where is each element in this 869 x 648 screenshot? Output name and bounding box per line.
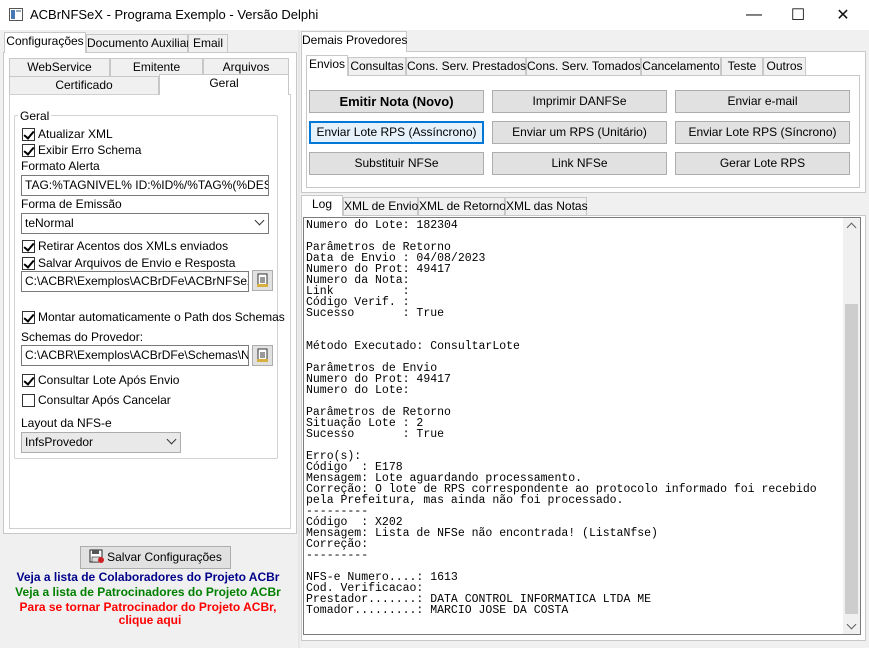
tab-documento-auxiliar[interactable]: Documento Auxiliar [86,34,190,53]
check-icon [22,310,35,324]
tab-email[interactable]: Email [188,34,228,53]
log-scrollbar[interactable] [843,218,860,634]
check-icon [22,127,35,141]
chevron-down-icon [254,215,265,226]
consultar-cancelar-checkbox[interactable]: Consultar Após Cancelar [22,393,171,407]
tornar-patrocinador-link[interactable]: Para se tornar Patrocinador do Projeto A… [0,600,296,614]
tab-cons-serv-tomados[interactable]: Cons. Serv. Tomados [526,57,641,76]
enviar-lote-assincrono-button[interactable]: Enviar Lote RPS (Assíncrono) [309,121,484,144]
formato-alerta-input[interactable]: TAG:%TAGNIVEL% ID:%ID%/%TAG%(%DESCRI [21,175,269,196]
splitter[interactable] [298,30,300,648]
check-icon [22,143,35,157]
forma-emissao-value: teNormal [25,216,74,230]
schemas-path-input[interactable]: C:\ACBR\Exemplos\ACBrDFe\Schemas\NFSe [21,345,249,366]
montar-path-checkbox[interactable]: Montar automaticamente o Path dos Schema… [22,310,285,324]
emitir-nota-button[interactable]: Emitir Nota (Novo) [309,90,484,113]
geral-group-title: Geral [18,109,52,123]
document-icon [257,273,268,287]
atualizar-xml-checkbox[interactable]: Atualizar XML [22,127,113,141]
close-button[interactable]: ✕ [820,0,866,30]
subtab-geral[interactable]: Geral [159,74,289,95]
tab-consultas[interactable]: Consultas [348,57,406,76]
enviar-rps-unitario-button[interactable]: Enviar um RPS (Unitário) [492,121,667,144]
montar-path-label: Montar automaticamente o Path dos Schema… [38,310,285,324]
save-icon [89,549,105,563]
patrocinadores-link[interactable]: Veja a lista de Patrocinadores do Projet… [0,585,296,599]
layout-value: InfsProvedor [25,435,94,449]
salvar-configuracoes-label: Salvar Configurações [107,550,222,564]
subtab-webservice[interactable]: WebService [9,58,110,77]
maximize-button[interactable]: ☐ [775,0,821,30]
unchecked-box [22,393,35,407]
scroll-up-icon[interactable] [846,222,857,233]
check-icon [22,256,35,270]
check-icon [22,373,35,387]
log-text: Numero do Lote: 182304 Parâmetros de Ret… [306,219,817,617]
tab-xml-notas[interactable]: XML das Notas [505,197,588,216]
retirar-acentos-label: Retirar Acentos dos XMLs enviados [38,239,229,253]
title-bar: ACBrNFSeX - Programa Exemplo - Versão De… [0,0,869,30]
browse-schemas-button[interactable] [252,345,273,366]
chevron-down-icon [166,434,177,445]
salvar-arquivos-checkbox[interactable]: Salvar Arquivos de Envio e Resposta [22,256,235,270]
exibir-erro-schema-checkbox[interactable]: Exibir Erro Schema [22,143,141,157]
tab-outros[interactable]: Outros [763,57,806,76]
document-icon [257,348,268,362]
browse-folder-button[interactable] [252,270,273,291]
forma-emissao-select[interactable]: teNormal [21,213,269,234]
consultar-cancelar-label: Consultar Após Cancelar [38,393,171,407]
formato-alerta-label: Formato Alerta [21,159,100,173]
colaboradores-link[interactable]: Veja a lista de Colaboradores do Projeto… [0,570,296,584]
exibir-erro-schema-label: Exibir Erro Schema [38,143,142,157]
tab-envios[interactable]: Envios [306,55,348,76]
schemas-label: Schemas do Provedor: [21,330,144,344]
salvar-arquivos-label: Salvar Arquivos de Envio e Resposta [38,256,236,270]
scroll-down-icon[interactable] [846,619,857,630]
subtab-certificado[interactable]: Certificado [9,76,159,95]
tab-xml-retorno[interactable]: XML de Retorno [418,197,506,216]
tab-cancelamento[interactable]: Cancelamento [641,57,721,76]
app-icon [9,8,23,21]
minimize-button[interactable]: — [731,0,777,30]
layout-select[interactable]: InfsProvedor [21,432,181,453]
path-arquivos-input[interactable]: C:\ACBR\Exemplos\ACBrDFe\ACBrNFSeX\Delp [21,271,249,292]
check-icon [22,239,35,253]
substituir-nfse-button[interactable]: Substituir NFSe [309,152,484,175]
clique-aqui-link[interactable]: clique aqui [0,613,300,627]
log-memo[interactable]: Numero do Lote: 182304 Parâmetros de Ret… [303,217,861,635]
layout-label: Layout da NFS-e [21,416,112,430]
gerar-lote-rps-button[interactable]: Gerar Lote RPS [675,152,850,175]
imprimir-danfse-button[interactable]: Imprimir DANFSe [492,90,667,113]
forma-emissao-label: Forma de Emissão [21,197,122,211]
tab-teste[interactable]: Teste [721,57,763,76]
consultar-lote-label: Consultar Lote Após Envio [38,373,180,387]
window-title: ACBrNFSeX - Programa Exemplo - Versão De… [30,7,319,22]
tab-log[interactable]: Log [301,195,343,216]
link-nfse-button[interactable]: Link NFSe [492,152,667,175]
salvar-configuracoes-button[interactable]: Salvar Configurações [80,546,231,569]
scroll-thumb[interactable] [845,304,858,614]
retirar-acentos-checkbox[interactable]: Retirar Acentos dos XMLs enviados [22,239,228,253]
consultar-lote-checkbox[interactable]: Consultar Lote Após Envio [22,373,179,387]
atualizar-xml-label: Atualizar XML [38,127,113,141]
tab-demais-provedores[interactable]: Demais Provedores [301,31,407,52]
tab-xml-envio[interactable]: XML de Envio [343,197,418,216]
tab-configuracoes[interactable]: Configurações [4,32,86,53]
enviar-lote-sincrono-button[interactable]: Enviar Lote RPS (Síncrono) [675,121,850,144]
tab-cons-serv-prestados[interactable]: Cons. Serv. Prestados [406,57,526,76]
enviar-email-button[interactable]: Enviar e-mail [675,90,850,113]
